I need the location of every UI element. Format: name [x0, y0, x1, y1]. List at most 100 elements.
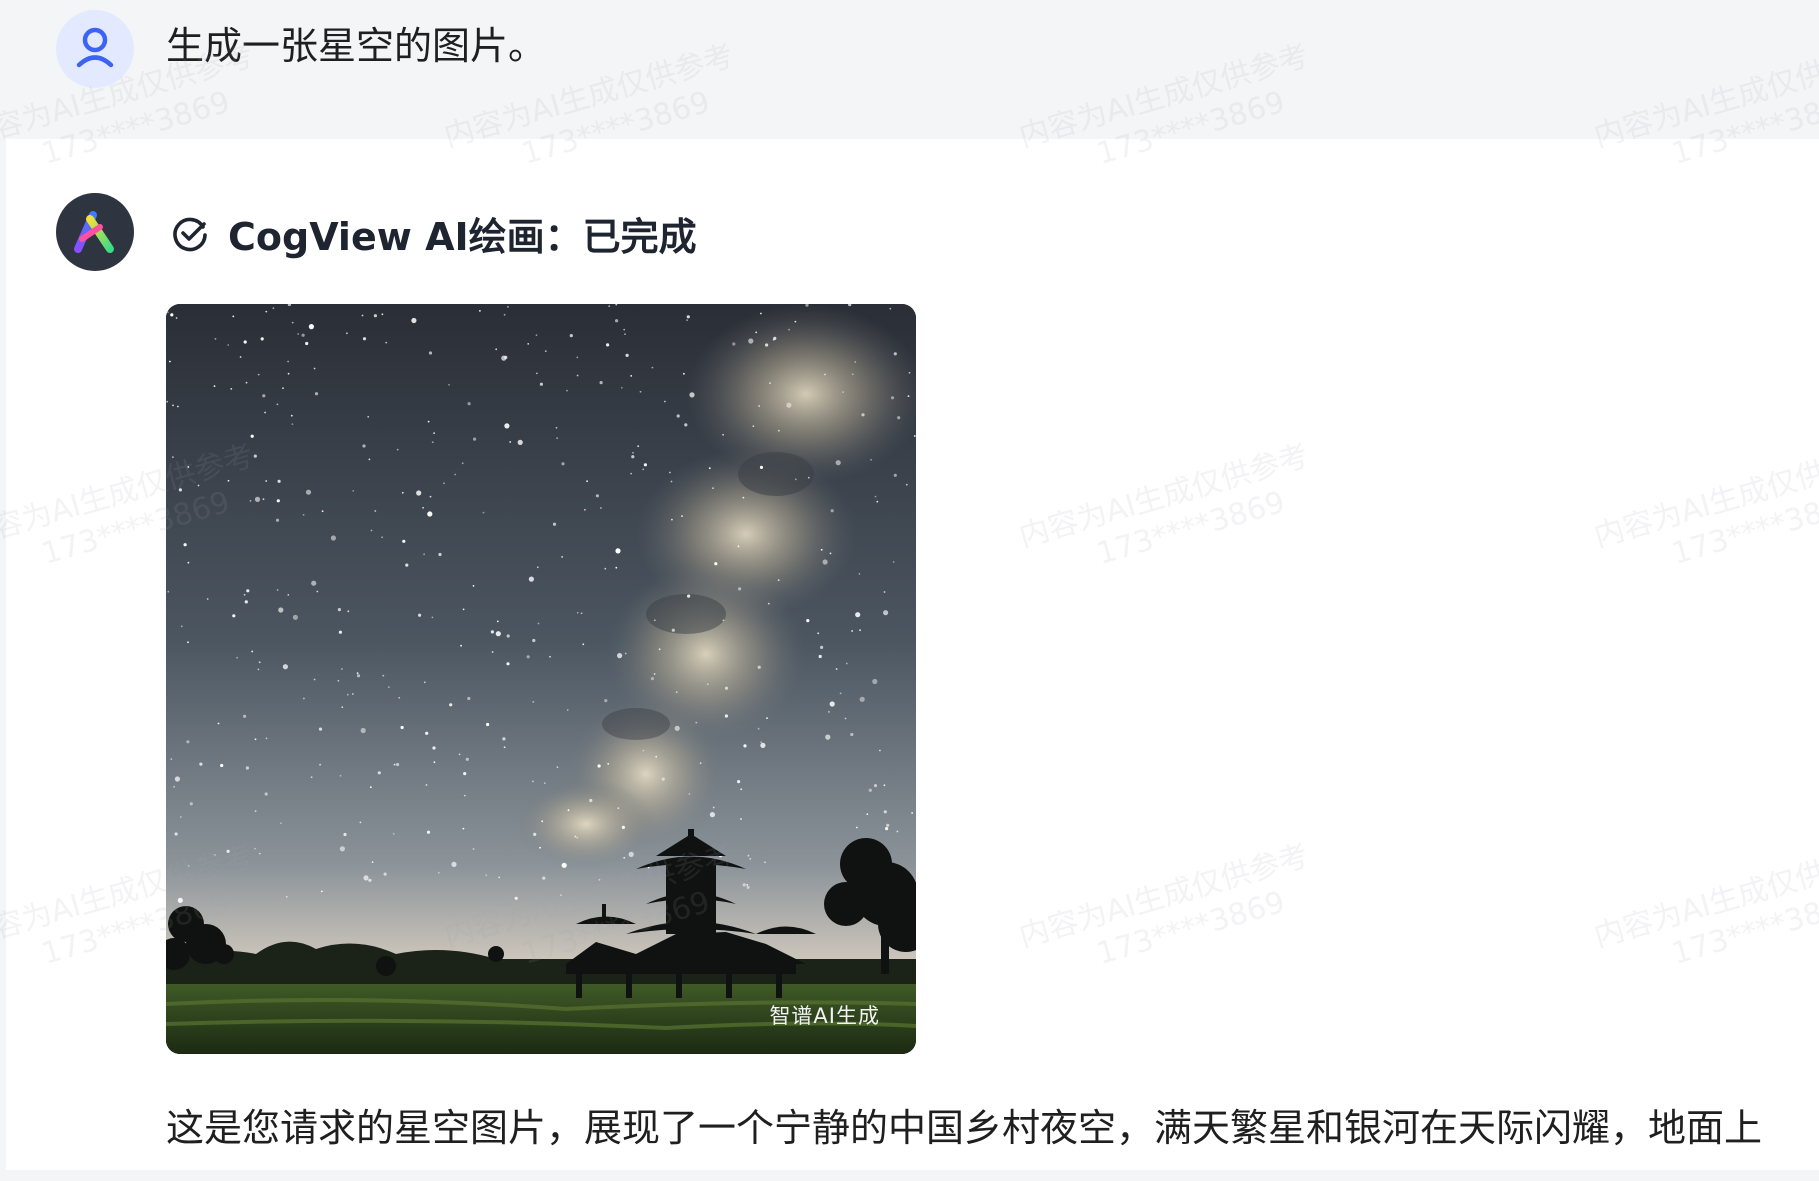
star-dot: [265, 480, 268, 482]
star-dot: [580, 612, 583, 615]
star-dot: [628, 851, 634, 858]
star-dot: [732, 342, 736, 346]
star-dot: [310, 776, 313, 779]
star-dot: [405, 563, 409, 567]
watermark-text: 内容为AI生成仅供参考173****3869: [1015, 838, 1313, 972]
star-dot: [664, 400, 666, 403]
star-dot: [712, 806, 715, 809]
star-dot: [433, 432, 435, 434]
star-dot: [187, 865, 190, 867]
star-dot: [180, 625, 183, 628]
star-dot: [178, 488, 182, 492]
star-dot: [561, 556, 563, 558]
star-dot: [597, 764, 601, 768]
star-dot: [363, 875, 369, 881]
assistant-avatar: [56, 193, 134, 271]
star-dot: [264, 411, 266, 414]
star-dot: [249, 500, 252, 502]
star-dot: [206, 598, 209, 600]
star-dot: [539, 382, 543, 386]
star-dot: [743, 744, 747, 748]
star-dot: [498, 876, 501, 879]
star-dot: [377, 771, 381, 775]
star-dot: [443, 482, 445, 485]
star-dot: [752, 425, 755, 428]
star-dot: [311, 580, 317, 586]
star-dot: [305, 341, 309, 346]
star-dot: [398, 696, 401, 699]
star-dot: [542, 876, 546, 880]
star-dot: [265, 737, 268, 740]
star-dot: [382, 674, 385, 677]
star-dot: [232, 315, 235, 318]
star-dot: [280, 822, 282, 825]
star-dot: [651, 366, 654, 369]
star-dot: [526, 655, 530, 659]
star-dot: [243, 714, 247, 718]
star-dot: [556, 437, 558, 439]
star-dot: [845, 662, 848, 665]
star-dot: [381, 313, 384, 316]
star-dot: [467, 696, 471, 701]
star-dot: [688, 793, 691, 795]
star-dot: [276, 589, 279, 591]
star-dot: [301, 333, 305, 337]
star-dot: [374, 510, 377, 512]
star-dot: [170, 313, 174, 317]
star-dot: [321, 510, 324, 513]
star-dot: [330, 535, 336, 541]
generated-image[interactable]: 智谱AI生成: [166, 304, 916, 1054]
star-dot: [712, 487, 714, 489]
star-dot: [361, 314, 364, 317]
star-dot: [347, 610, 350, 613]
star-dot: [503, 746, 506, 749]
star-dot: [820, 548, 823, 551]
star-dot: [842, 391, 844, 393]
star-dot: [886, 823, 890, 827]
star-dot: [911, 812, 913, 814]
star-dot: [199, 762, 203, 766]
star-dot: [855, 612, 861, 618]
star-dot: [411, 317, 417, 324]
star-dot: [402, 539, 406, 543]
star-dot: [835, 460, 841, 466]
star-dot: [567, 809, 570, 812]
star-dot: [517, 439, 523, 445]
star-dot: [502, 737, 506, 741]
star-dot: [681, 515, 683, 517]
star-dot: [495, 348, 498, 351]
star-dot: [850, 732, 854, 737]
star-dot: [429, 495, 432, 498]
star-dot: [490, 630, 494, 634]
star-dot: [552, 522, 557, 526]
star-dot: [632, 451, 634, 454]
star-dot: [794, 478, 797, 481]
star-dot: [822, 559, 828, 565]
star-dot: [302, 514, 305, 516]
star-dot: [892, 561, 895, 563]
star-dot: [277, 479, 281, 483]
star-dot: [396, 448, 399, 451]
star-dot: [829, 701, 835, 707]
star-dot: [356, 674, 361, 678]
star-dot: [883, 591, 886, 593]
star-dot: [759, 465, 764, 469]
star-dot: [314, 392, 319, 396]
star-dot: [369, 786, 372, 789]
star-dot: [320, 890, 323, 893]
star-dot: [695, 721, 698, 724]
star-dot: [373, 314, 377, 318]
star-dot: [576, 356, 579, 359]
star-dot: [669, 471, 671, 474]
star-dot: [451, 861, 457, 868]
star-dot: [174, 776, 180, 782]
star-dot: [173, 785, 175, 788]
star-dot: [169, 360, 171, 363]
star-dot: [467, 402, 471, 406]
star-dot: [232, 614, 236, 618]
star-dot: [861, 413, 865, 417]
star-dot: [472, 848, 475, 850]
star-dot: [620, 386, 623, 389]
star-dot: [367, 415, 370, 418]
watermark-text: 内容为AI生成仅供参考173****3869: [1590, 438, 1819, 572]
